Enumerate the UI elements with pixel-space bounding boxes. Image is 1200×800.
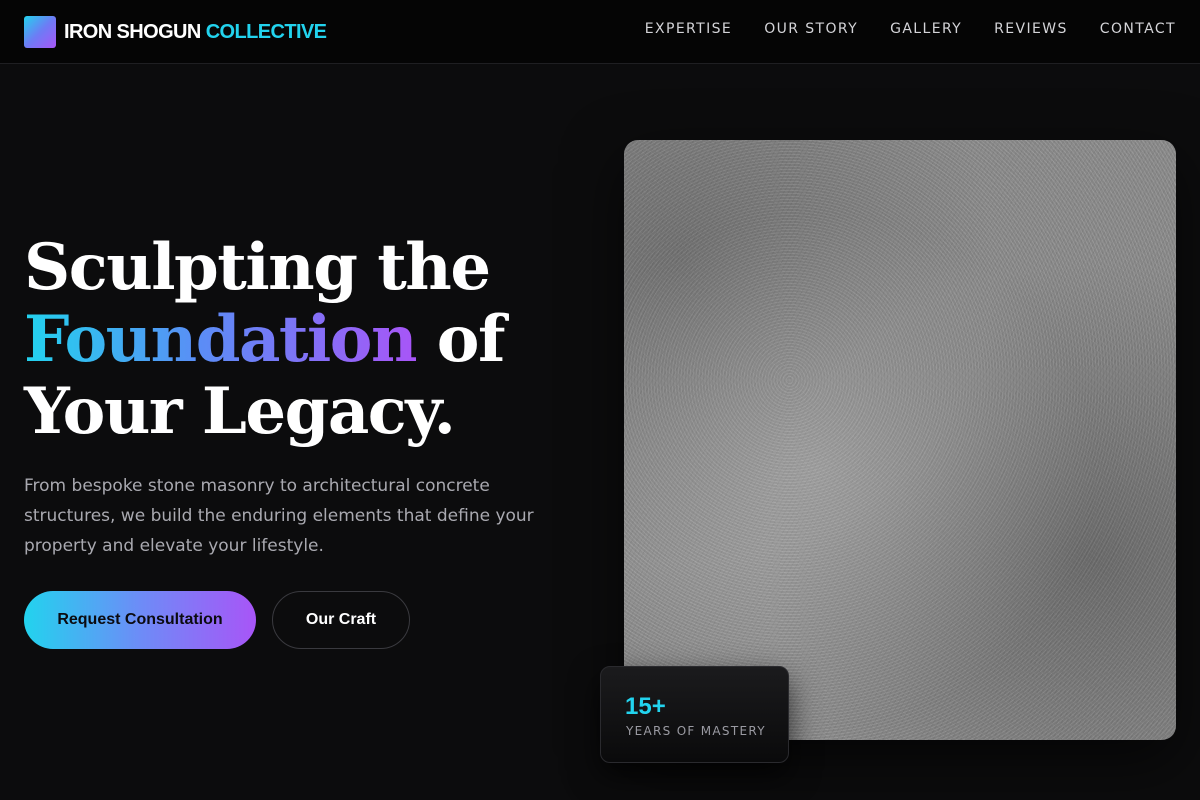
main-nav: EXPERTISE OUR STORY GALLERY REVIEWS CONT… (645, 21, 1176, 37)
hero-headline: Sculpting the Foundation of Your Legacy. (24, 230, 506, 449)
our-craft-button[interactable]: Our Craft (272, 591, 410, 649)
site-header: IRON SHOGUN COLLECTIVE EXPERTISE OUR STO… (0, 0, 1200, 64)
gradient-square-logo-icon (24, 16, 56, 48)
concrete-texture-image (624, 140, 1176, 740)
stat-card: 15+ YEARS OF MASTERY (600, 666, 789, 763)
stat-label: YEARS OF MASTERY (626, 724, 766, 738)
nav-link-gallery[interactable]: GALLERY (890, 21, 962, 37)
nav-link-reviews[interactable]: REVIEWS (994, 21, 1068, 37)
hero-subtitle: From bespoke stone masonry to architectu… (24, 476, 534, 556)
headline-line-2-rest: of (416, 302, 506, 377)
nav-link-our-story[interactable]: OUR STORY (764, 21, 858, 37)
nav-link-contact[interactable]: CONTACT (1100, 21, 1176, 37)
brand-name-accent: COLLECTIVE (205, 20, 327, 43)
headline-line-1: Sculpting the (24, 230, 491, 305)
stat-value: 15+ (625, 693, 666, 720)
nav-link-expertise[interactable]: EXPERTISE (645, 21, 732, 37)
headline-highlight-word: Foundation (24, 302, 418, 377)
headline-line-2: Foundation of (24, 302, 506, 377)
brand-name-main: IRON SHOGUN (64, 20, 201, 43)
brand-logo[interactable]: IRON SHOGUN COLLECTIVE (24, 15, 327, 49)
brand-name: IRON SHOGUN COLLECTIVE (64, 20, 327, 44)
request-consultation-button[interactable]: Request Consultation (24, 591, 256, 649)
headline-line-3: Your Legacy. (24, 374, 456, 449)
